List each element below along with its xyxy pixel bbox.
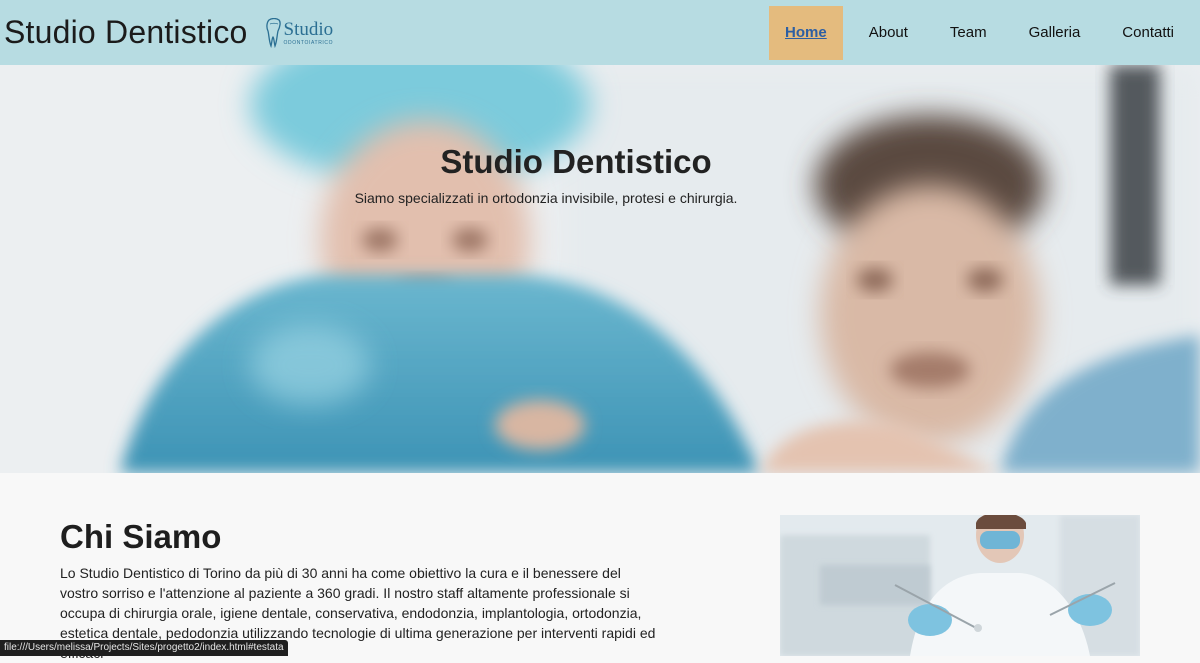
tooth-icon: [265, 17, 281, 48]
about-title: Chi Siamo: [60, 518, 222, 555]
dentist-photo-image: [780, 515, 1140, 656]
nav-about[interactable]: About: [853, 6, 924, 60]
logo-word: Studio: [283, 18, 334, 40]
about-section: Chi Siamo Lo Studio Dentistico di Torino…: [0, 473, 1200, 661]
hero-subtitle: Siamo specializzati in ortodonzia invisi…: [354, 190, 738, 206]
about-photo: [780, 515, 1140, 656]
nav-home[interactable]: Home: [769, 5, 843, 60]
brand[interactable]: Studio Dentistico Studio ODONTOIATRICO: [0, 0, 333, 65]
link-preview-statusbar: file:///Users/melissa/Projects/Sites/pro…: [0, 640, 288, 656]
hero-section: Studio Dentistico Siamo specializzati in…: [0, 65, 1200, 473]
main-nav: Home About Team Galleria Contatti: [759, 0, 1200, 65]
logo-subtitle: ODONTOIATRICO: [283, 39, 334, 46]
nav-team[interactable]: Team: [934, 6, 1003, 60]
navbar: Studio Dentistico Studio ODONTOIATRICO H…: [0, 0, 1200, 65]
nav-contatti[interactable]: Contatti: [1106, 6, 1190, 60]
site-title[interactable]: Studio Dentistico: [4, 14, 248, 51]
hero-background-image: [0, 65, 1200, 473]
nav-galleria[interactable]: Galleria: [1013, 6, 1097, 60]
hero-title: Studio Dentistico: [440, 143, 712, 180]
studio-logo[interactable]: Studio ODONTOIATRICO: [265, 13, 334, 53]
